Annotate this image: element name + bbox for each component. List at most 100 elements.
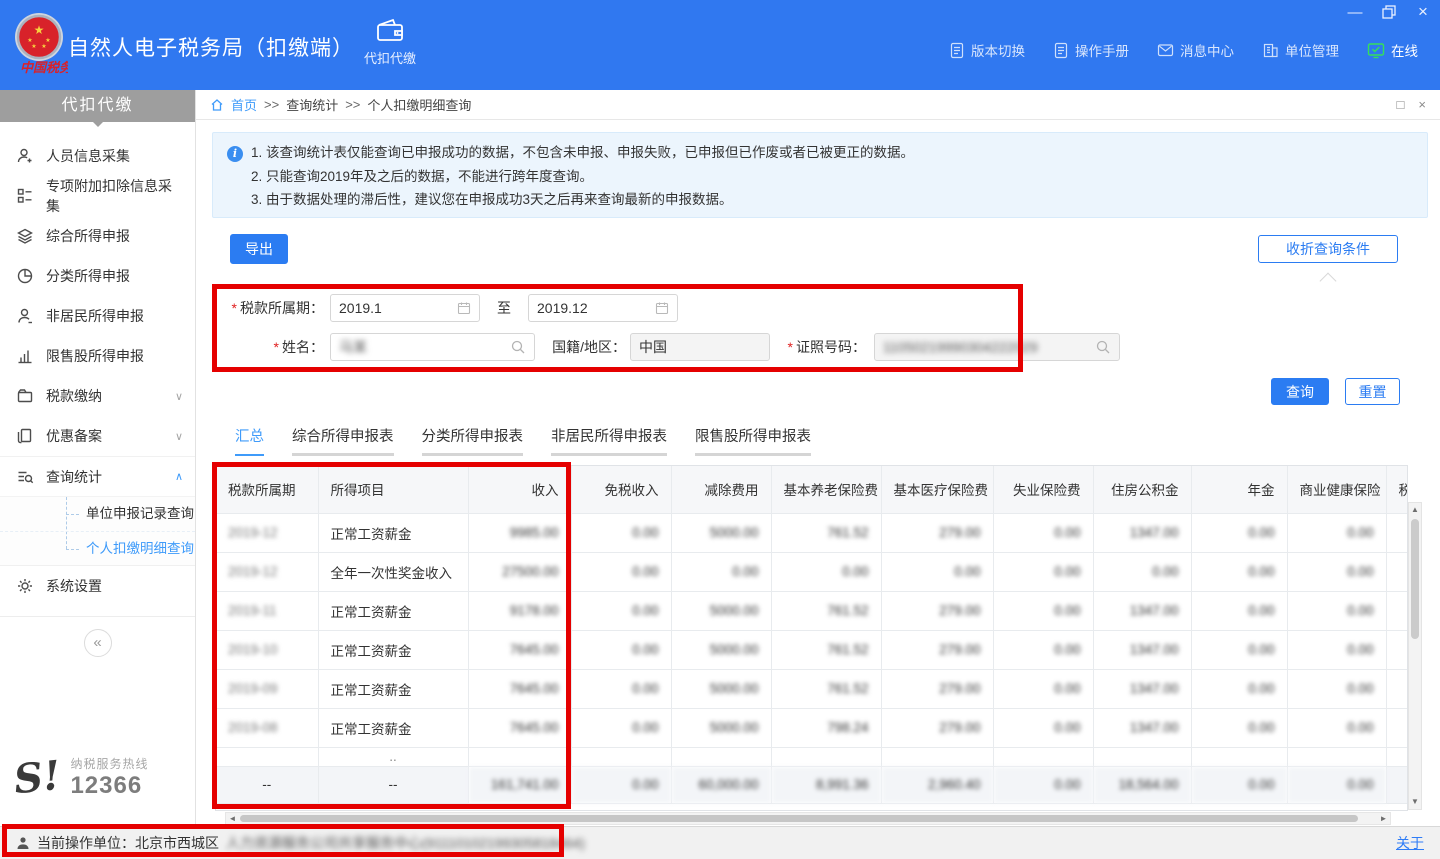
id-number-input[interactable]: 11050219990304222029 (874, 333, 1120, 361)
nationality-input[interactable]: 中国 (630, 333, 770, 361)
calendar-icon[interactable] (655, 301, 669, 315)
chevron-down-icon: ∨ (175, 430, 183, 443)
chevron-up-icon: ∧ (175, 470, 183, 483)
table-column-header[interactable]: 免税收入 (571, 466, 671, 513)
table-cell: 2019-12 (216, 513, 318, 552)
nav-version-switch[interactable]: 版本切换 (949, 40, 1025, 60)
sidebar-item-nonresident-income[interactable]: 非居民所得申报 (0, 296, 195, 336)
minimize-icon[interactable]: — (1346, 3, 1364, 21)
breadcrumb-home[interactable]: 首页 (231, 95, 257, 114)
status-bar: 当前操作单位：北京市西城区 人力资源服务公司共享服务中心(91110102199… (0, 826, 1440, 859)
sidebar-collapse-button[interactable]: « (84, 629, 112, 657)
data-row: 2019-12全年一次性奖金收入27500.000.000.000.000.00… (216, 552, 1408, 591)
period-to-input[interactable]: 2019.12 (528, 294, 678, 322)
table-column-header[interactable]: 基本医疗保险费 (881, 466, 993, 513)
table-cell: 1347.00 (1093, 513, 1191, 552)
table-column-header[interactable]: 税 (1386, 466, 1408, 513)
nav-message-center[interactable]: 消息中心 (1157, 40, 1234, 60)
table-column-header[interactable]: 商业健康保险 (1287, 466, 1386, 513)
table-cell: 5000.00 (671, 513, 771, 552)
table-column-header[interactable]: 所得项目 (318, 466, 468, 513)
table-column-header[interactable]: 年金 (1191, 466, 1287, 513)
scroll-left-icon[interactable]: ◄ (226, 813, 239, 824)
table-cell: 7645.00 (468, 669, 571, 708)
sidebar-item-unit-declaration-query[interactable]: 单位申报记录查询 (0, 497, 195, 531)
notice-line: 3. 由于数据处理的滞后性，建议您在申报成功3天之后再来查询最新的申报数据。 (251, 188, 1413, 212)
table-cell: 0.00 (1287, 669, 1386, 708)
query-button[interactable]: 查询 (1271, 378, 1329, 405)
sidebar-item-query-statistics[interactable]: 查询统计 ∧ (0, 456, 195, 496)
table-cell: 正常工资薪金 (318, 669, 468, 708)
sidebar-item-preferential-filing[interactable]: 优惠备案 ∨ (0, 416, 195, 456)
sidebar-item-special-deduction[interactable]: 专项附加扣除信息采集 (0, 176, 195, 216)
gear-icon (16, 577, 34, 595)
horizontal-scrollbar[interactable]: ◄ ► (225, 812, 1391, 825)
table-column-header[interactable]: 基本养老保险费 (771, 466, 881, 513)
sidebar-item-system-settings[interactable]: 系统设置 (0, 566, 195, 606)
table-cell: 1347.00 (1093, 591, 1191, 630)
online-status[interactable]: 在线 (1367, 40, 1418, 60)
table-column-header[interactable]: 收入 (468, 466, 571, 513)
svg-text:★: ★ (31, 43, 36, 50)
data-row: 2019-10正常工资薪金7645.000.005000.00761.52279… (216, 630, 1408, 669)
table-cell: 0.00 (1287, 708, 1386, 747)
panel-close-icon[interactable]: × (1418, 97, 1426, 112)
table-cell: 0.00 (1287, 630, 1386, 669)
sidebar-item-personnel-info[interactable]: 人员信息采集 (0, 136, 195, 176)
scroll-right-icon[interactable]: ► (1377, 813, 1390, 824)
sidebar-item-restricted-shares[interactable]: 限售股所得申报 (0, 336, 195, 376)
table-column-header[interactable]: 税款所属期 (216, 466, 318, 513)
sidebar-item-classified-income[interactable]: 分类所得申报 (0, 256, 195, 296)
table-cell: 8,991.36 (771, 766, 881, 803)
table-cell (468, 747, 571, 766)
module-tab-withholding[interactable]: 代扣代缴 (348, 16, 432, 67)
table-cell: 正常工资薪金 (318, 708, 468, 747)
table-cell (671, 747, 771, 766)
scroll-down-icon[interactable]: ▼ (1409, 795, 1421, 809)
sidebar-item-tax-payment[interactable]: 税款缴纳 ∨ (0, 376, 195, 416)
period-label: *税款所属期： (216, 294, 324, 322)
home-icon[interactable] (210, 98, 224, 112)
breadcrumb-level1: 查询统计 (286, 95, 338, 114)
table-cell: 2019-11 (216, 591, 318, 630)
table-cell: 1347.00 (1093, 669, 1191, 708)
result-tabs: 汇总 综合所得申报表 分类所得申报表 非居民所得申报表 限售股所得申报表 (235, 425, 811, 456)
reset-button[interactable]: 重置 (1345, 378, 1400, 405)
table-column-header[interactable]: 减除费用 (671, 466, 771, 513)
name-input[interactable]: 马某 (330, 333, 535, 361)
scroll-up-icon[interactable]: ▲ (1409, 503, 1421, 517)
tab-comprehensive[interactable]: 综合所得申报表 (292, 425, 394, 456)
sidebar-item-personal-withholding-query[interactable]: 个人扣缴明细查询 (0, 531, 195, 565)
table-cell: 761.52 (771, 513, 881, 552)
table-cell: 0.00 (1287, 513, 1386, 552)
table-cell: 0.00 (993, 591, 1093, 630)
tab-classified[interactable]: 分类所得申报表 (422, 425, 524, 456)
vertical-scrollbar[interactable]: ▲ ▼ (1408, 502, 1422, 810)
info-icon: i (227, 146, 243, 162)
tab-restricted-shares[interactable]: 限售股所得申报表 (695, 425, 811, 456)
nav-unit-management[interactable]: 单位管理 (1262, 40, 1339, 60)
tab-summary[interactable]: 汇总 (235, 425, 264, 456)
vertical-scroll-thumb[interactable] (1411, 519, 1419, 639)
about-link[interactable]: 关于 (1396, 833, 1424, 853)
restore-icon[interactable] (1380, 3, 1398, 21)
table-cell: 0.00 (571, 513, 671, 552)
breadcrumb-level2: 个人扣缴明细查询 (367, 95, 471, 114)
table-cell: 60,000.00 (671, 766, 771, 803)
table-column-header[interactable]: 住房公积金 (1093, 466, 1191, 513)
table-cell: 0.00 (1191, 513, 1287, 552)
collapse-query-button[interactable]: 收折查询条件 (1258, 235, 1398, 263)
close-icon[interactable]: × (1414, 3, 1432, 21)
calendar-icon[interactable] (457, 301, 471, 315)
period-from-input[interactable]: 2019.1 (330, 294, 480, 322)
horizontal-scroll-thumb[interactable] (240, 815, 1358, 822)
nav-manual[interactable]: 操作手册 (1053, 40, 1129, 60)
search-icon[interactable] (510, 339, 526, 355)
table-column-header[interactable]: 失业保险费 (993, 466, 1093, 513)
panel-maximize-icon[interactable]: □ (1397, 97, 1405, 112)
export-button[interactable]: 导出 (230, 234, 288, 264)
sidebar-item-comprehensive-income[interactable]: 综合所得申报 (0, 216, 195, 256)
app-title: 自然人电子税务局（扣缴端） (68, 32, 354, 62)
tab-nonresident[interactable]: 非居民所得申报表 (551, 425, 667, 456)
search-icon[interactable] (1095, 339, 1111, 355)
